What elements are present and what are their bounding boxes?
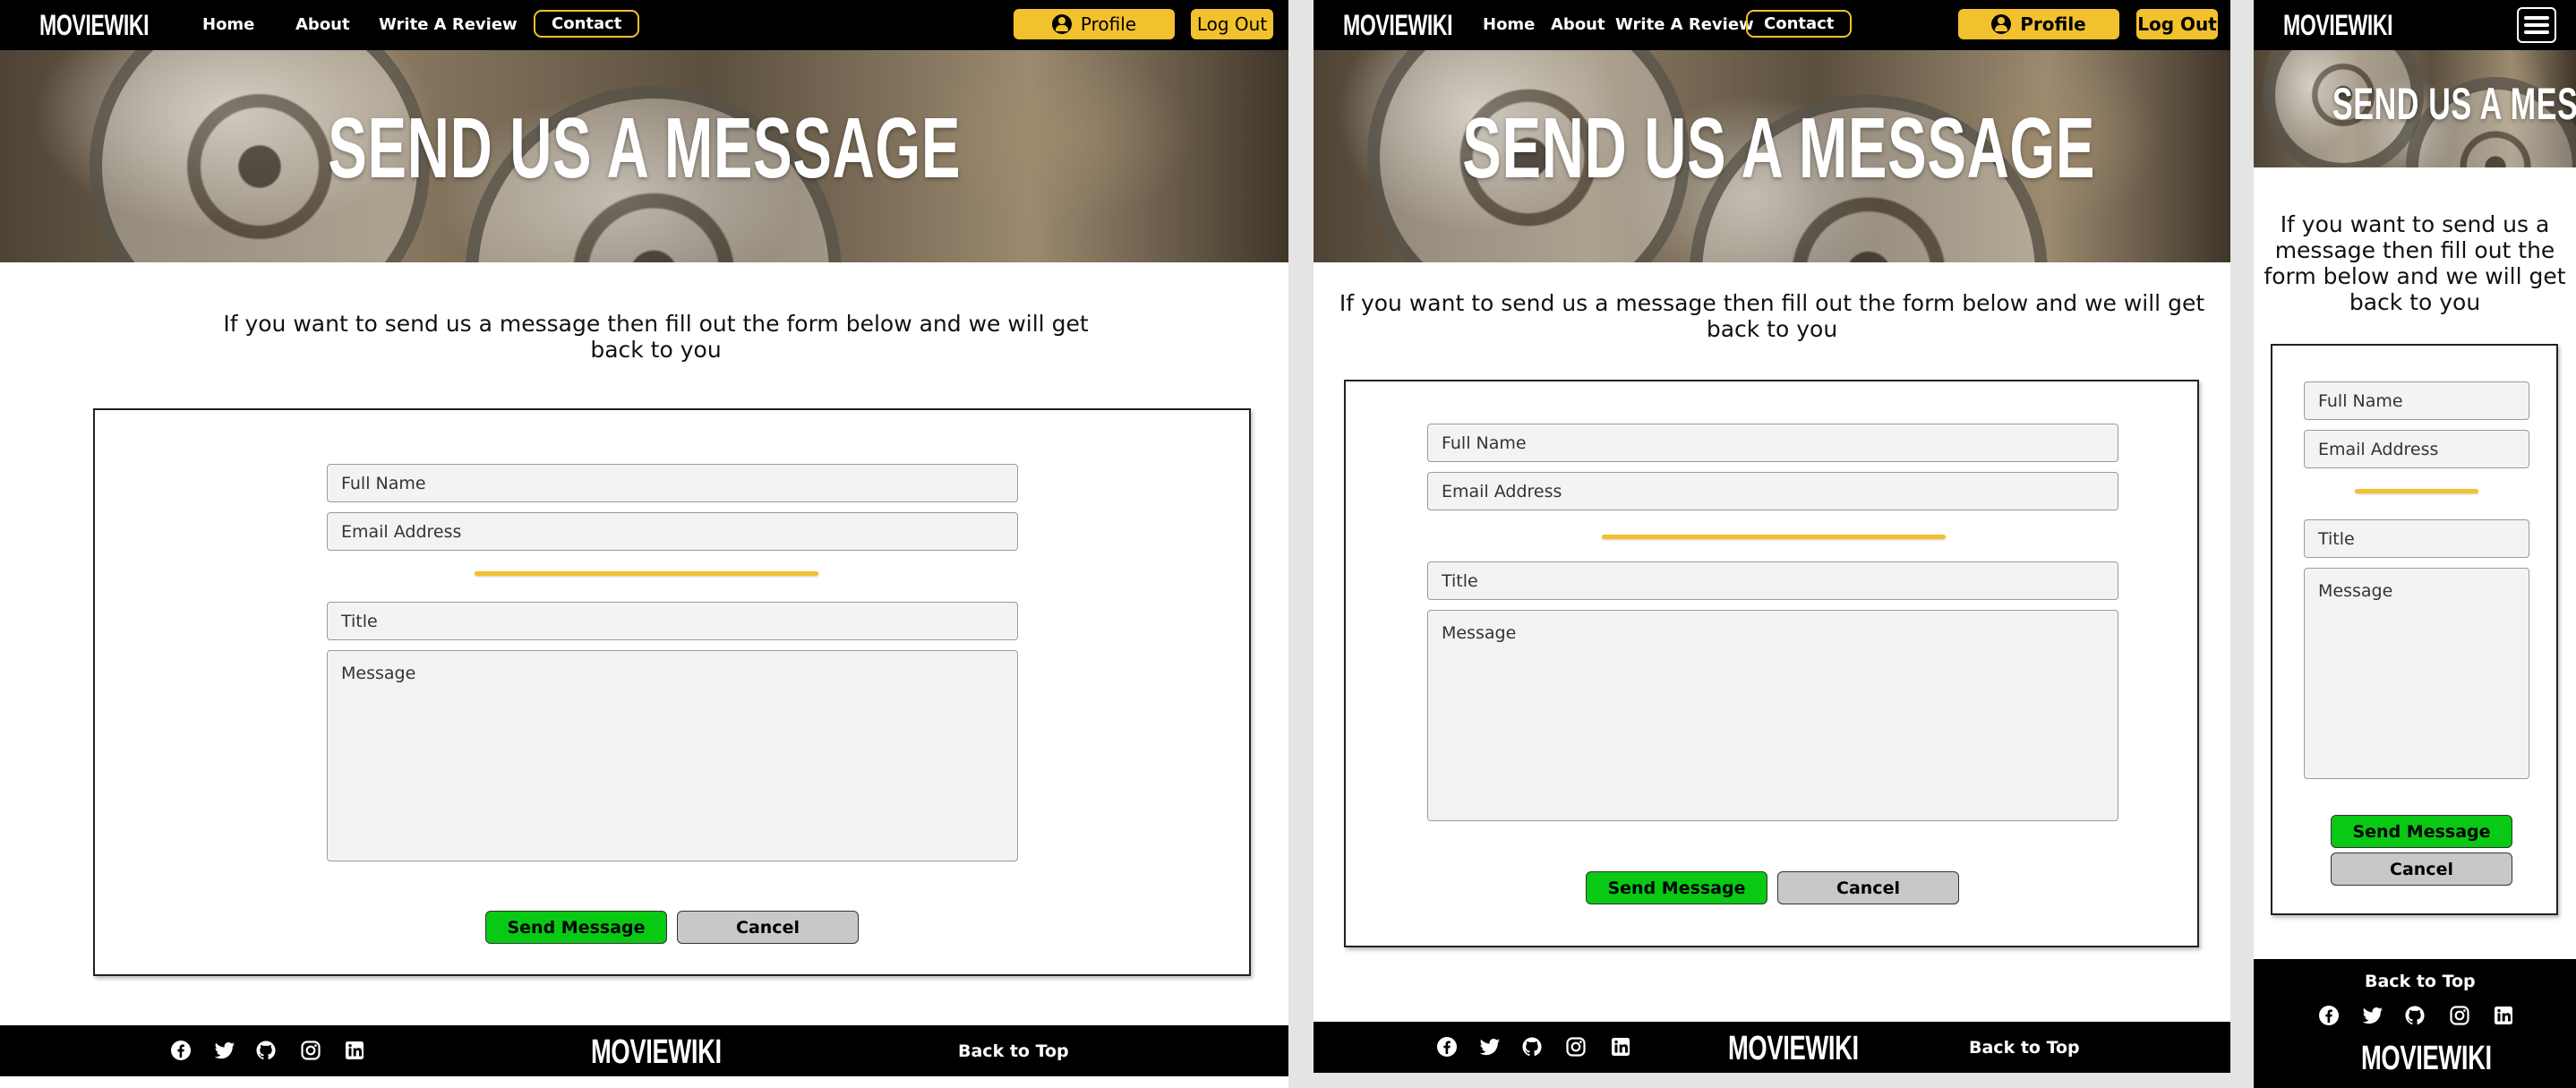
twitter-icon[interactable] xyxy=(214,1040,235,1061)
send-message-button[interactable]: Send Message xyxy=(485,911,667,944)
cancel-button[interactable]: Cancel xyxy=(2331,852,2512,886)
nav-review-link[interactable]: Write A Review xyxy=(379,15,518,34)
full-name-input[interactable]: Full Name xyxy=(327,464,1018,502)
message-textarea[interactable]: Message xyxy=(1427,610,2118,821)
send-message-button[interactable]: Send Message xyxy=(2331,815,2512,848)
facebook-icon[interactable] xyxy=(2318,1005,2340,1026)
nav-contact-link[interactable]: Contact xyxy=(1746,10,1853,38)
twitter-icon[interactable] xyxy=(1479,1036,1501,1058)
form-divider xyxy=(475,571,818,576)
nav-home-link[interactable]: Home xyxy=(202,15,254,34)
email-input[interactable]: Email Address xyxy=(327,512,1018,551)
facebook-icon[interactable] xyxy=(1436,1036,1458,1058)
page-title: SEND US A MESSAGE xyxy=(2332,79,2576,129)
contact-form: Full Name Email Address Title Message Se… xyxy=(1344,380,2199,947)
profile-button[interactable]: Profile xyxy=(1014,9,1175,39)
title-input[interactable]: Title xyxy=(327,602,1018,640)
footer-logo[interactable]: MOVIEWIKI xyxy=(1728,1030,1859,1068)
instagram-icon[interactable] xyxy=(2449,1005,2470,1026)
back-to-top-link[interactable]: Back to Top xyxy=(2365,972,2476,991)
tablet-view: MOVIEWIKI Home About Write A Review Cont… xyxy=(1314,0,2230,1073)
intro-text: If you want to send us a message then fi… xyxy=(1339,290,2205,342)
message-textarea[interactable]: Message xyxy=(2304,568,2529,779)
navbar: MOVIEWIKI xyxy=(2254,0,2576,50)
linkedin-icon[interactable] xyxy=(344,1040,365,1061)
profile-label: Profile xyxy=(2020,13,2086,35)
navbar: MOVIEWIKI Home About Write A Review Cont… xyxy=(0,0,1288,50)
footer: Back to Top MOVIEWIKI xyxy=(2254,959,2576,1088)
send-message-button[interactable]: Send Message xyxy=(1586,871,1767,904)
hero-banner: SEND US A MESSAGE xyxy=(2254,50,2576,167)
nav-home-link[interactable]: Home xyxy=(1483,15,1535,34)
logout-button[interactable]: Log Out xyxy=(1191,9,1273,39)
brand-logo[interactable]: MOVIEWIKI xyxy=(39,9,150,42)
github-icon[interactable] xyxy=(2404,1005,2426,1026)
intro-text: If you want to send us a message then fi… xyxy=(2264,211,2566,315)
nav-contact-link[interactable]: Contact xyxy=(534,10,640,38)
twitter-icon[interactable] xyxy=(2362,1005,2383,1026)
email-input[interactable]: Email Address xyxy=(1427,472,2118,510)
facebook-icon[interactable] xyxy=(170,1040,192,1061)
desktop-view: MOVIEWIKI Home About Write A Review Cont… xyxy=(0,0,1288,1088)
user-icon xyxy=(1991,14,2012,34)
linkedin-icon[interactable] xyxy=(1610,1036,1631,1058)
title-input[interactable]: Title xyxy=(2304,519,2529,558)
full-name-input[interactable]: Full Name xyxy=(1427,424,2118,462)
profile-label: Profile xyxy=(1080,13,1137,35)
linkedin-icon[interactable] xyxy=(2493,1005,2514,1026)
message-textarea[interactable]: Message xyxy=(327,650,1018,861)
cancel-button[interactable]: Cancel xyxy=(1777,871,1959,904)
cancel-button[interactable]: Cancel xyxy=(677,911,859,944)
instagram-icon[interactable] xyxy=(300,1040,321,1061)
hero-banner: SEND US A MESSAGE xyxy=(0,50,1288,262)
mobile-view: MOVIEWIKI SEND US A MESSAGE If you want … xyxy=(2254,0,2576,1088)
form-divider xyxy=(2355,489,2478,493)
brand-logo[interactable]: MOVIEWIKI xyxy=(2283,9,2393,42)
navbar: MOVIEWIKI Home About Write A Review Cont… xyxy=(1314,0,2230,50)
page-title: SEND US A MESSAGE xyxy=(1462,100,2096,196)
back-to-top-link[interactable]: Back to Top xyxy=(958,1041,1069,1061)
profile-button[interactable]: Profile xyxy=(1958,9,2119,39)
email-input[interactable]: Email Address xyxy=(2304,430,2529,468)
github-icon[interactable] xyxy=(1521,1036,1543,1058)
footer-logo[interactable]: MOVIEWIKI xyxy=(591,1033,722,1072)
github-icon[interactable] xyxy=(255,1040,277,1061)
user-icon xyxy=(1051,14,1072,34)
footer: MOVIEWIKI Back to Top xyxy=(0,1025,1288,1076)
nav-about-link[interactable]: About xyxy=(1551,15,1605,34)
footer: MOVIEWIKI Back to Top xyxy=(1314,1022,2230,1073)
back-to-top-link[interactable]: Back to Top xyxy=(1969,1038,2080,1058)
nav-about-link[interactable]: About xyxy=(295,15,350,34)
form-divider xyxy=(1602,535,1946,539)
intro-text: If you want to send us a message then fi… xyxy=(223,311,1089,363)
menu-toggle-icon[interactable] xyxy=(2517,7,2556,43)
hero-banner: SEND US A MESSAGE xyxy=(1314,50,2230,262)
contact-form: Full Name Email Address Title Message Se… xyxy=(2271,344,2558,915)
instagram-icon[interactable] xyxy=(1565,1036,1587,1058)
nav-review-link[interactable]: Write A Review xyxy=(1615,15,1754,34)
logout-button[interactable]: Log Out xyxy=(2136,9,2218,39)
footer-logo[interactable]: MOVIEWIKI xyxy=(2361,1040,2492,1078)
brand-logo[interactable]: MOVIEWIKI xyxy=(1343,9,1453,42)
contact-form: Full Name Email Address Title Message Se… xyxy=(93,408,1251,976)
page-title: SEND US A MESSAGE xyxy=(328,100,961,196)
full-name-input[interactable]: Full Name xyxy=(2304,381,2529,420)
title-input[interactable]: Title xyxy=(1427,561,2118,600)
